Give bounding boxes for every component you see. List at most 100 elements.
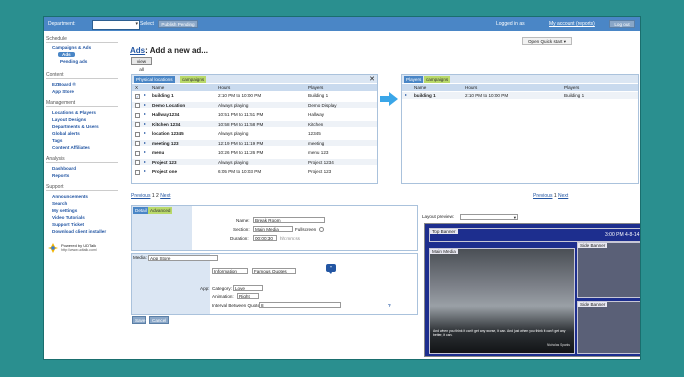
location-players: Building 1 bbox=[308, 93, 329, 98]
side-banner-bottom-zone[interactable]: Side Banner bbox=[577, 301, 640, 354]
layout-preview-select[interactable]: ▾ bbox=[460, 213, 518, 220]
table-row[interactable]: Project one 6:05 PM to 10:03 PM Project 12… bbox=[132, 168, 377, 175]
sidebar-item-app-store[interactable]: App Store bbox=[52, 89, 74, 94]
category-select[interactable]: Love bbox=[233, 285, 263, 291]
table-row[interactable]: Demo Location Always playing Demo Display bbox=[132, 101, 377, 108]
sidebar-item-departments[interactable]: Departments & Users bbox=[52, 124, 99, 129]
interval-input[interactable]: 8 bbox=[259, 302, 341, 308]
save-button[interactable]: Save bbox=[132, 316, 146, 324]
sidebar-item-search[interactable]: Search bbox=[52, 201, 67, 206]
table-row[interactable]: menu 10:26 PM to 11:26 PM menu 123 bbox=[132, 149, 377, 156]
players-pager-prev[interactable]: Previous bbox=[533, 193, 552, 199]
location-players: Hallway bbox=[308, 112, 325, 117]
sidebar-item-campaigns[interactable]: Campaigns & Ads bbox=[52, 45, 91, 50]
preview-quote: And when you think it can't get any wors… bbox=[433, 329, 566, 337]
table-row[interactable]: ✓ building 1 2:10 PM to 10:00 PM Building 1 bbox=[132, 92, 377, 99]
players-col-players[interactable]: Players bbox=[564, 85, 579, 90]
row-checkbox[interactable] bbox=[135, 112, 140, 118]
location-name: Hallway1234 bbox=[152, 112, 180, 117]
row-checkbox[interactable] bbox=[135, 141, 140, 146]
sidebar-item-download-client[interactable]: Download client installer bbox=[52, 229, 106, 234]
sidebar-item-pending-ads[interactable]: Pending ads bbox=[60, 59, 87, 64]
location-hours: 10:26 PM to 11:26 PM bbox=[218, 150, 264, 155]
location-players: menu 123 bbox=[308, 150, 329, 155]
row-checkbox[interactable] bbox=[135, 169, 140, 175]
sidebar-item-ads[interactable]: Ads bbox=[58, 52, 75, 57]
media-select[interactable]: App Store bbox=[148, 254, 218, 261]
interval-label: Interval Between Quotes: bbox=[212, 303, 264, 308]
logout-button[interactable]: Log out bbox=[609, 20, 635, 28]
table-row[interactable]: Kitchen 1234 10:58 PM to 11:58 PM Kitchen bbox=[132, 120, 377, 127]
table-row[interactable]: Hallway1234 10:51 PM to 11:51 PM Hallway bbox=[132, 111, 377, 118]
sidebar-item-video-tutorials[interactable]: Video Tutorials bbox=[52, 215, 85, 220]
tab-advanced[interactable]: Advanced bbox=[148, 207, 173, 214]
fullscreen-checkbox[interactable] bbox=[319, 226, 324, 232]
sidebar-section-content: Content bbox=[46, 72, 118, 79]
sidebar-item-locations[interactable]: Locations & Players bbox=[52, 110, 96, 115]
players-col-name[interactable]: Name bbox=[414, 85, 426, 90]
col-players[interactable]: Players bbox=[308, 85, 323, 90]
move-right-arrow-icon[interactable] bbox=[380, 92, 398, 106]
select-link[interactable]: Select bbox=[140, 21, 154, 27]
players-pager-pages[interactable]: 1 bbox=[554, 193, 557, 199]
side-banner-top-zone[interactable]: Side Banner bbox=[577, 242, 640, 298]
pager-pages[interactable]: 1 2 bbox=[152, 193, 159, 199]
players-pager-next[interactable]: Next bbox=[558, 193, 568, 199]
location-name: Kitchen 1234 bbox=[152, 121, 181, 127]
table-row[interactable]: location 12345 Always playing 12345 bbox=[132, 130, 377, 137]
sidebar-item-layout-designs[interactable]: Layout Designs bbox=[52, 117, 86, 122]
animation-select[interactable]: Right bbox=[237, 293, 259, 299]
sidebar-item-my-settings[interactable]: My settings bbox=[52, 208, 77, 213]
account-link[interactable]: My account (reports) bbox=[549, 21, 595, 27]
quick-start-button[interactable]: Open Quick start ▾ bbox=[522, 37, 572, 45]
sidebar-item-tags[interactable]: Tags bbox=[52, 138, 62, 143]
tab-players-campaigns[interactable]: campaigns bbox=[424, 76, 451, 83]
col-name[interactable]: Name bbox=[152, 85, 164, 90]
help-icon[interactable]: ? bbox=[388, 303, 391, 308]
tab-campaigns[interactable]: campaigns bbox=[180, 76, 207, 83]
tab-detail[interactable]: Detail bbox=[133, 207, 149, 214]
cancel-button[interactable]: Cancel bbox=[149, 316, 169, 324]
view-all-button[interactable]: view all bbox=[131, 57, 152, 72]
department-select[interactable]: ▾ bbox=[92, 20, 140, 30]
location-hours: Always playing bbox=[218, 159, 249, 165]
side-banner-top-label: Side Banner bbox=[578, 243, 608, 248]
col-x[interactable]: X bbox=[135, 85, 138, 90]
row-checkbox[interactable]: ✓ bbox=[135, 93, 140, 99]
row-checkbox[interactable] bbox=[135, 122, 140, 127]
name-input[interactable]: Break Room bbox=[253, 217, 325, 223]
table-row[interactable]: meeting 123 12:19 PM to 11:19 PM meeting bbox=[132, 139, 377, 146]
row-arrow-icon bbox=[144, 94, 146, 96]
sidebar-item-ezboard[interactable]: EZBoard ® bbox=[52, 82, 76, 87]
table-row[interactable]: Project 123 Always playing Project 1234 bbox=[132, 158, 377, 165]
players-col-hours[interactable]: Hours bbox=[465, 85, 477, 90]
row-checkbox[interactable] bbox=[135, 131, 140, 137]
sidebar-item-global-alerts[interactable]: Global alerts bbox=[52, 131, 80, 136]
ads-title-link[interactable]: Ads bbox=[130, 46, 145, 55]
sidebar-item-support-ticket[interactable]: Support Ticket bbox=[52, 222, 84, 227]
row-checkbox[interactable] bbox=[135, 150, 140, 156]
players-panel: Players campaigns Name Hours Players bui… bbox=[401, 74, 639, 184]
tab-players[interactable]: Players bbox=[404, 76, 424, 83]
publish-pending-button[interactable]: Publish Pending bbox=[158, 20, 198, 28]
sidebar-section-schedule: Schedule bbox=[46, 36, 118, 43]
tab-physical-locations[interactable]: Physical locations bbox=[134, 76, 175, 83]
pager-prev[interactable]: Previous bbox=[131, 193, 150, 199]
app-select[interactable]: Famous Quotes bbox=[252, 268, 296, 274]
row-checkbox[interactable] bbox=[135, 160, 140, 165]
app-category-select[interactable]: Information bbox=[212, 268, 248, 274]
duration-input[interactable]: 00:00:30 bbox=[253, 235, 277, 241]
sidebar-item-announcements[interactable]: Announcements bbox=[52, 194, 88, 199]
row-checkbox[interactable] bbox=[135, 103, 140, 108]
sidebar-item-content-affiliates[interactable]: Content Affiliates bbox=[52, 145, 90, 150]
section-select[interactable]: Main Media bbox=[253, 226, 293, 232]
table-row[interactable]: building 1 2:10 PM to 10:00 PM Building … bbox=[402, 92, 638, 99]
sidebar-item-reports[interactable]: Reports bbox=[52, 173, 69, 178]
sidebar-item-dashboard[interactable]: Dashboard bbox=[52, 166, 76, 171]
powered-by-block[interactable]: Powered by UDTalk http://www.udtalk.com/ bbox=[48, 243, 118, 255]
pager-next[interactable]: Next bbox=[160, 193, 170, 199]
main-media-zone[interactable]: Main Media And when you think it can't g… bbox=[429, 248, 575, 354]
powered-by-url: http://www.udtalk.com/ bbox=[61, 248, 97, 252]
col-hours[interactable]: Hours bbox=[218, 85, 230, 90]
close-icon[interactable]: ✕ bbox=[369, 75, 375, 83]
